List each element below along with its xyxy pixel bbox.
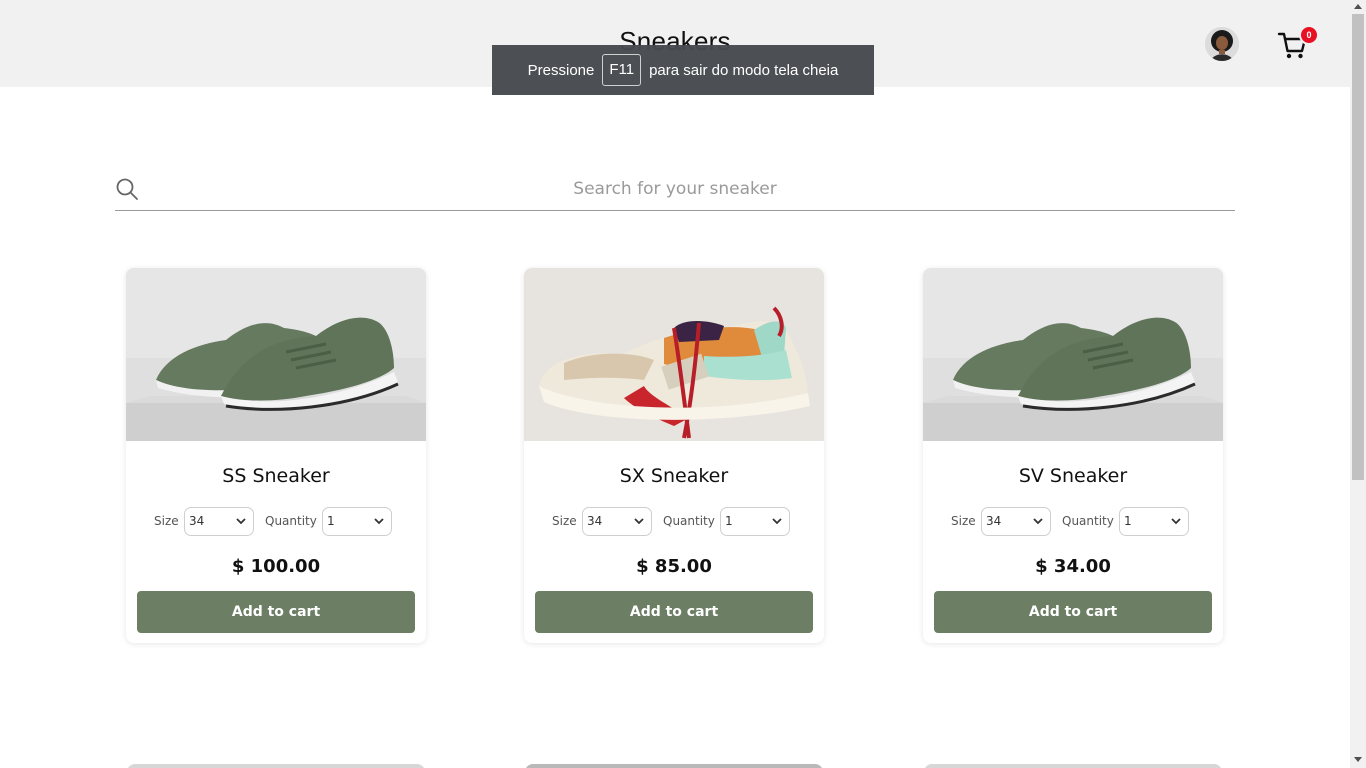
product-image bbox=[923, 268, 1223, 441]
product-card: SV Sneaker Size 34 Quantity 1 $ 34.00 Ad… bbox=[923, 268, 1223, 643]
quantity-select[interactable]: 1 bbox=[322, 507, 392, 536]
scrollbar-thumb[interactable] bbox=[1352, 14, 1364, 480]
product-card: SS Sneaker Size 34 Quantity 1 $ 100.00 A… bbox=[126, 268, 426, 643]
search-input[interactable] bbox=[155, 172, 1195, 206]
quantity-label: Quantity bbox=[265, 514, 317, 528]
chevron-down-icon bbox=[236, 518, 246, 525]
user-avatar[interactable] bbox=[1205, 27, 1239, 61]
product-card-partial bbox=[127, 764, 425, 768]
quantity-value: 1 bbox=[725, 514, 733, 528]
product-card-partial bbox=[525, 764, 823, 768]
size-select[interactable]: 34 bbox=[184, 507, 254, 536]
quantity-label: Quantity bbox=[1062, 514, 1114, 528]
product-options: Size 34 Quantity 1 bbox=[126, 507, 426, 536]
add-to-cart-button[interactable]: Add to cart bbox=[934, 591, 1212, 633]
product-image bbox=[524, 268, 824, 441]
quantity-select[interactable]: 1 bbox=[720, 507, 790, 536]
page: Sneakers 0 Pressione F11 para sair do mo… bbox=[0, 0, 1366, 768]
fullscreen-notice-key: F11 bbox=[602, 54, 642, 86]
quantity-select[interactable]: 1 bbox=[1119, 507, 1189, 536]
add-to-cart-button[interactable]: Add to cart bbox=[137, 591, 415, 633]
quantity-value: 1 bbox=[327, 514, 335, 528]
product-name: SV Sneaker bbox=[1018, 465, 1128, 487]
size-select[interactable]: 34 bbox=[981, 507, 1051, 536]
product-options: Size 34 Quantity 1 bbox=[923, 507, 1223, 536]
size-value: 34 bbox=[587, 514, 603, 528]
size-value: 34 bbox=[986, 514, 1002, 528]
size-label: Size bbox=[154, 514, 179, 528]
product-name: SS Sneaker bbox=[222, 465, 330, 487]
chevron-down-icon bbox=[772, 518, 782, 525]
quantity-value: 1 bbox=[1124, 514, 1132, 528]
chevron-down-icon bbox=[1171, 518, 1181, 525]
fullscreen-notice-suffix: para sair do modo tela cheia bbox=[649, 61, 839, 79]
search-bar bbox=[115, 168, 1235, 211]
product-card-partial bbox=[924, 764, 1222, 768]
product-price: $ 34.00 bbox=[1035, 556, 1111, 577]
size-select[interactable]: 34 bbox=[582, 507, 652, 536]
cart-count-badge: 0 bbox=[1299, 25, 1319, 45]
product-options: Size 34 Quantity 1 bbox=[524, 507, 824, 536]
size-label: Size bbox=[552, 514, 577, 528]
chevron-down-icon bbox=[374, 518, 384, 525]
product-price: $ 100.00 bbox=[231, 556, 321, 577]
fullscreen-notice: Pressione F11 para sair do modo tela che… bbox=[492, 45, 874, 95]
product-card: SX Sneaker Size 34 Quantity 1 $ 85.00 Ad… bbox=[524, 268, 824, 643]
add-to-cart-button[interactable]: Add to cart bbox=[535, 591, 813, 633]
chevron-down-icon bbox=[1033, 518, 1043, 525]
scroll-up-arrow[interactable] bbox=[1354, 4, 1362, 9]
size-value: 34 bbox=[189, 514, 205, 528]
product-price: $ 85.00 bbox=[636, 556, 712, 577]
product-image bbox=[126, 268, 426, 441]
search-icon[interactable] bbox=[115, 177, 139, 201]
chevron-down-icon bbox=[634, 518, 644, 525]
scroll-down-arrow[interactable] bbox=[1354, 757, 1362, 762]
fullscreen-notice-prefix: Pressione bbox=[527, 61, 595, 79]
product-name: SX Sneaker bbox=[619, 465, 729, 487]
quantity-label: Quantity bbox=[663, 514, 715, 528]
size-label: Size bbox=[951, 514, 976, 528]
